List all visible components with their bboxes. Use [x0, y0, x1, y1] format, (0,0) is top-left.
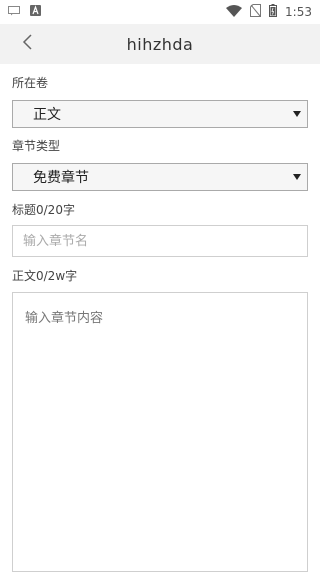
battery-icon — [269, 4, 278, 20]
dropdown-arrow-icon — [293, 174, 301, 180]
volume-label: 所在卷 — [12, 76, 49, 90]
wifi-icon — [226, 4, 243, 20]
chapter-title-input[interactable] — [12, 225, 308, 257]
nav-bar: hihzhda — [0, 24, 320, 64]
body-label: 正文0/2w字 — [12, 269, 78, 283]
title-label: 标题0/20字 — [12, 203, 75, 217]
volume-select-value: 正文 — [33, 107, 61, 123]
chapter-type-select-value: 免费章节 — [33, 170, 89, 186]
no-sim-icon — [250, 4, 262, 20]
chapter-type-select[interactable]: 免费章节 — [12, 163, 308, 191]
status-bar: 1:53 — [0, 0, 320, 24]
volume-select[interactable]: 正文 — [12, 100, 308, 128]
back-button[interactable] — [14, 30, 42, 58]
chapter-type-label: 章节类型 — [12, 139, 61, 153]
page-title: hihzhda — [126, 34, 194, 54]
chapter-content-textarea[interactable] — [12, 292, 308, 572]
status-right-icons: 1:53 — [226, 4, 312, 20]
status-left-icons — [8, 5, 41, 19]
message-icon — [8, 5, 20, 19]
a-badge-icon — [30, 5, 41, 19]
status-time: 1:53 — [285, 5, 312, 19]
dropdown-arrow-icon — [293, 111, 301, 117]
chevron-left-icon — [22, 34, 34, 54]
